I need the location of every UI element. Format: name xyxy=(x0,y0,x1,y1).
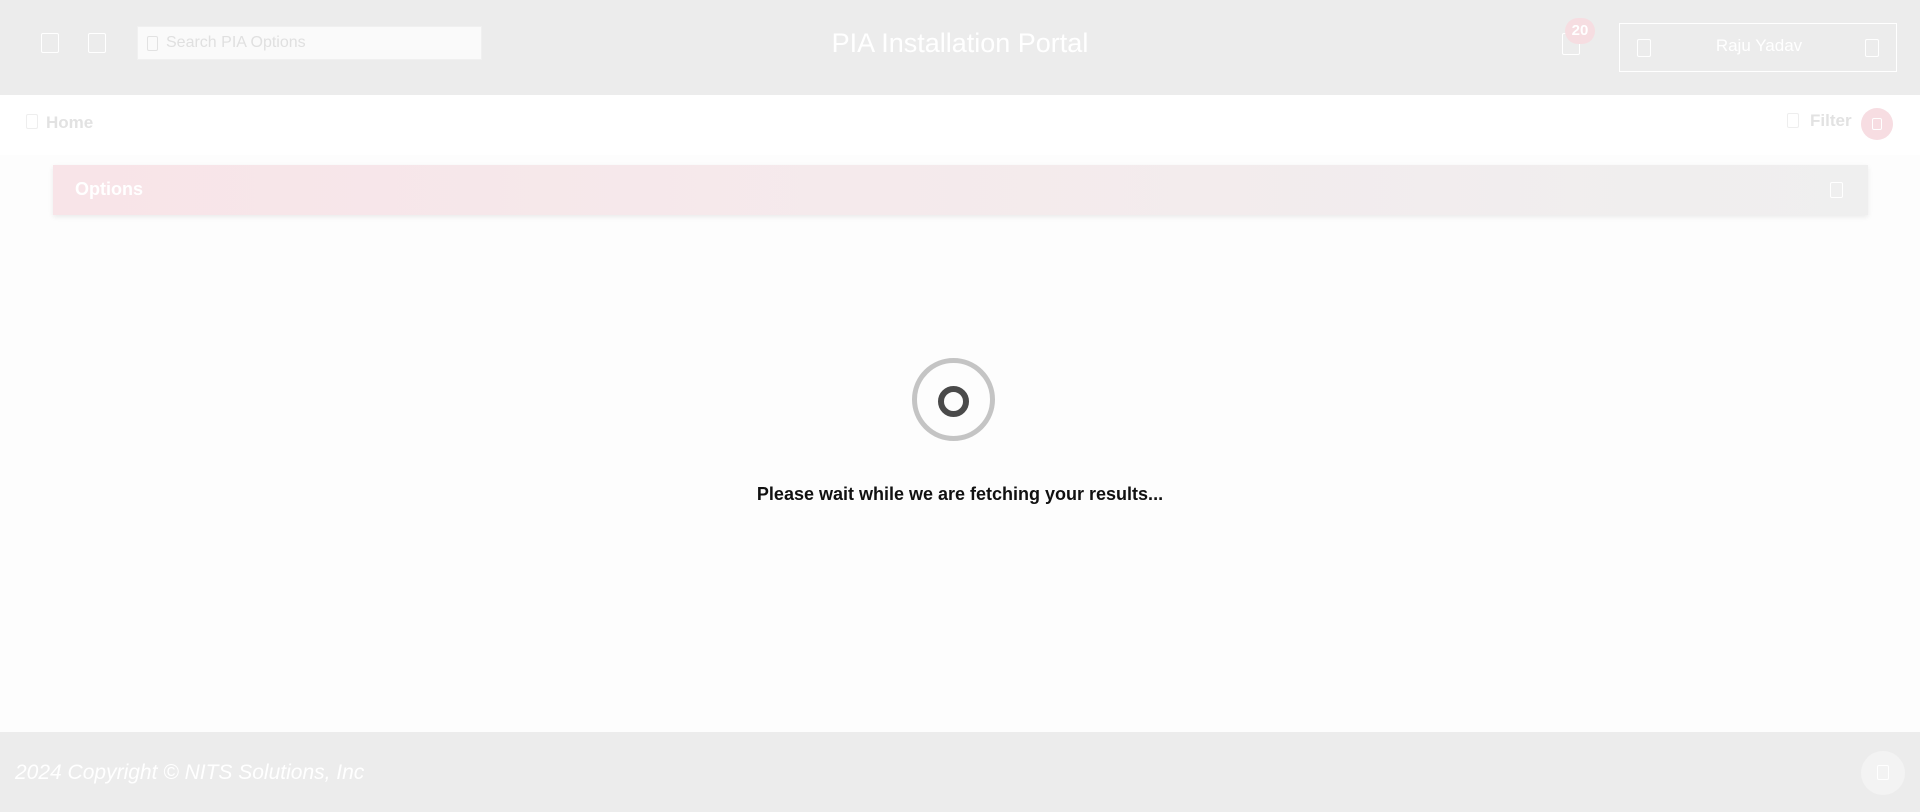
loading-message: Please wait while we are fetching your r… xyxy=(756,484,1164,504)
options-panel-header[interactable]: Options xyxy=(53,165,1868,215)
breadcrumb-bar: Home Filter xyxy=(0,95,1920,155)
user-menu-button[interactable]: Raju Yadav xyxy=(1619,23,1897,72)
chat-button[interactable] xyxy=(1861,751,1905,795)
chat-icon xyxy=(1877,765,1889,780)
loading-spinner-core xyxy=(938,386,969,417)
expand-icon[interactable] xyxy=(1830,182,1843,198)
copyright-text: 2024 Copyright © NITS Solutions, Inc xyxy=(15,761,365,784)
filter-label[interactable]: Filter xyxy=(1810,111,1852,131)
top-header: PIA Installation Portal 20 Raju Yadav xyxy=(0,0,1920,95)
breadcrumb-home-link[interactable]: Home xyxy=(46,113,93,133)
options-title: Options xyxy=(75,179,143,199)
funnel-icon xyxy=(1872,118,1882,130)
notification-count-badge: 20 xyxy=(1565,18,1595,44)
user-name: Raju Yadav xyxy=(1715,36,1803,55)
chevron-down-icon xyxy=(1865,39,1879,57)
filter-button[interactable] xyxy=(1861,108,1893,140)
filter-icon xyxy=(1787,113,1799,128)
footer: 2024 Copyright © NITS Solutions, Inc xyxy=(0,732,1920,812)
breadcrumb-home-icon xyxy=(26,114,38,129)
